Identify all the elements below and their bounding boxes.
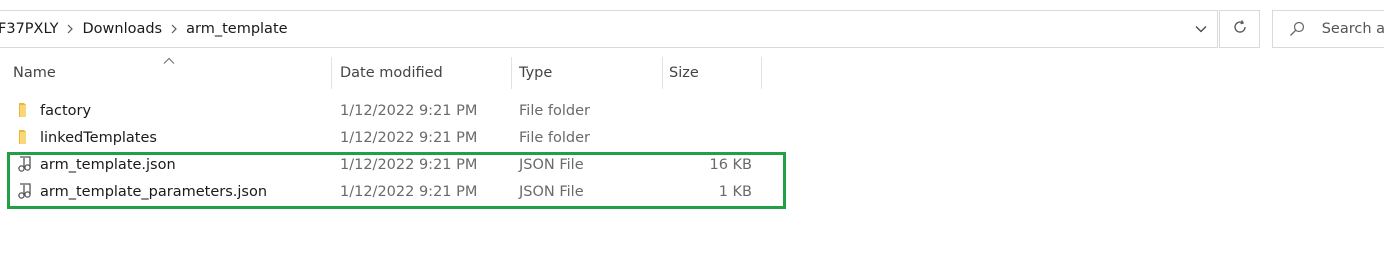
column-divider[interactable] <box>511 57 512 89</box>
chevron-right-icon[interactable] <box>162 24 186 34</box>
file-list-row[interactable]: factory 1/12/2022 9:21 PM File folder <box>0 97 800 124</box>
column-header-date-modified[interactable]: Date modified <box>340 57 511 89</box>
column-header-date-label: Date modified <box>340 65 443 81</box>
refresh-icon <box>1232 19 1248 39</box>
file-explorer: F37PXLY Downloads arm_template Search a … <box>0 0 1384 254</box>
column-divider[interactable] <box>761 57 762 89</box>
highlight-box <box>7 152 786 209</box>
file-name[interactable]: linkedTemplates <box>40 124 157 151</box>
chevron-right-icon[interactable] <box>58 24 82 34</box>
column-header-type[interactable]: Type <box>519 57 662 89</box>
column-header-name-label: Name <box>13 65 56 81</box>
file-type: File folder <box>519 102 590 119</box>
column-headers: Name Date modified Type Size <box>0 57 762 89</box>
breadcrumb: F37PXLY Downloads arm_template <box>0 11 288 47</box>
column-divider[interactable] <box>331 57 332 89</box>
file-date: 1/12/2022 9:21 PM <box>340 129 478 146</box>
search-input[interactable]: Search ar <box>1272 10 1384 48</box>
column-divider[interactable] <box>662 57 663 89</box>
search-placeholder: Search ar <box>1321 21 1384 37</box>
file-list-row[interactable]: linkedTemplates 1/12/2022 9:21 PM File f… <box>0 124 800 151</box>
refresh-button[interactable] <box>1219 10 1260 48</box>
file-size <box>662 124 752 151</box>
column-header-type-label: Type <box>519 65 553 81</box>
breadcrumb-item-pc[interactable]: F37PXLY <box>0 21 58 37</box>
file-name[interactable]: factory <box>40 97 91 124</box>
file-type: File folder <box>519 129 590 146</box>
file-size <box>662 97 752 124</box>
column-header-size-label: Size <box>669 65 699 81</box>
address-bar[interactable]: F37PXLY Downloads arm_template <box>0 10 1218 48</box>
chevron-down-icon[interactable] <box>1185 11 1217 47</box>
breadcrumb-item-downloads[interactable]: Downloads <box>82 21 162 37</box>
column-header-name[interactable]: Name <box>13 57 331 89</box>
column-header-size[interactable]: Size <box>669 57 761 89</box>
breadcrumb-item-arm-template[interactable]: arm_template <box>186 21 287 37</box>
folder-icon <box>16 101 34 119</box>
search-icon <box>1289 20 1306 38</box>
folder-icon <box>16 128 34 146</box>
file-date: 1/12/2022 9:21 PM <box>340 102 478 119</box>
